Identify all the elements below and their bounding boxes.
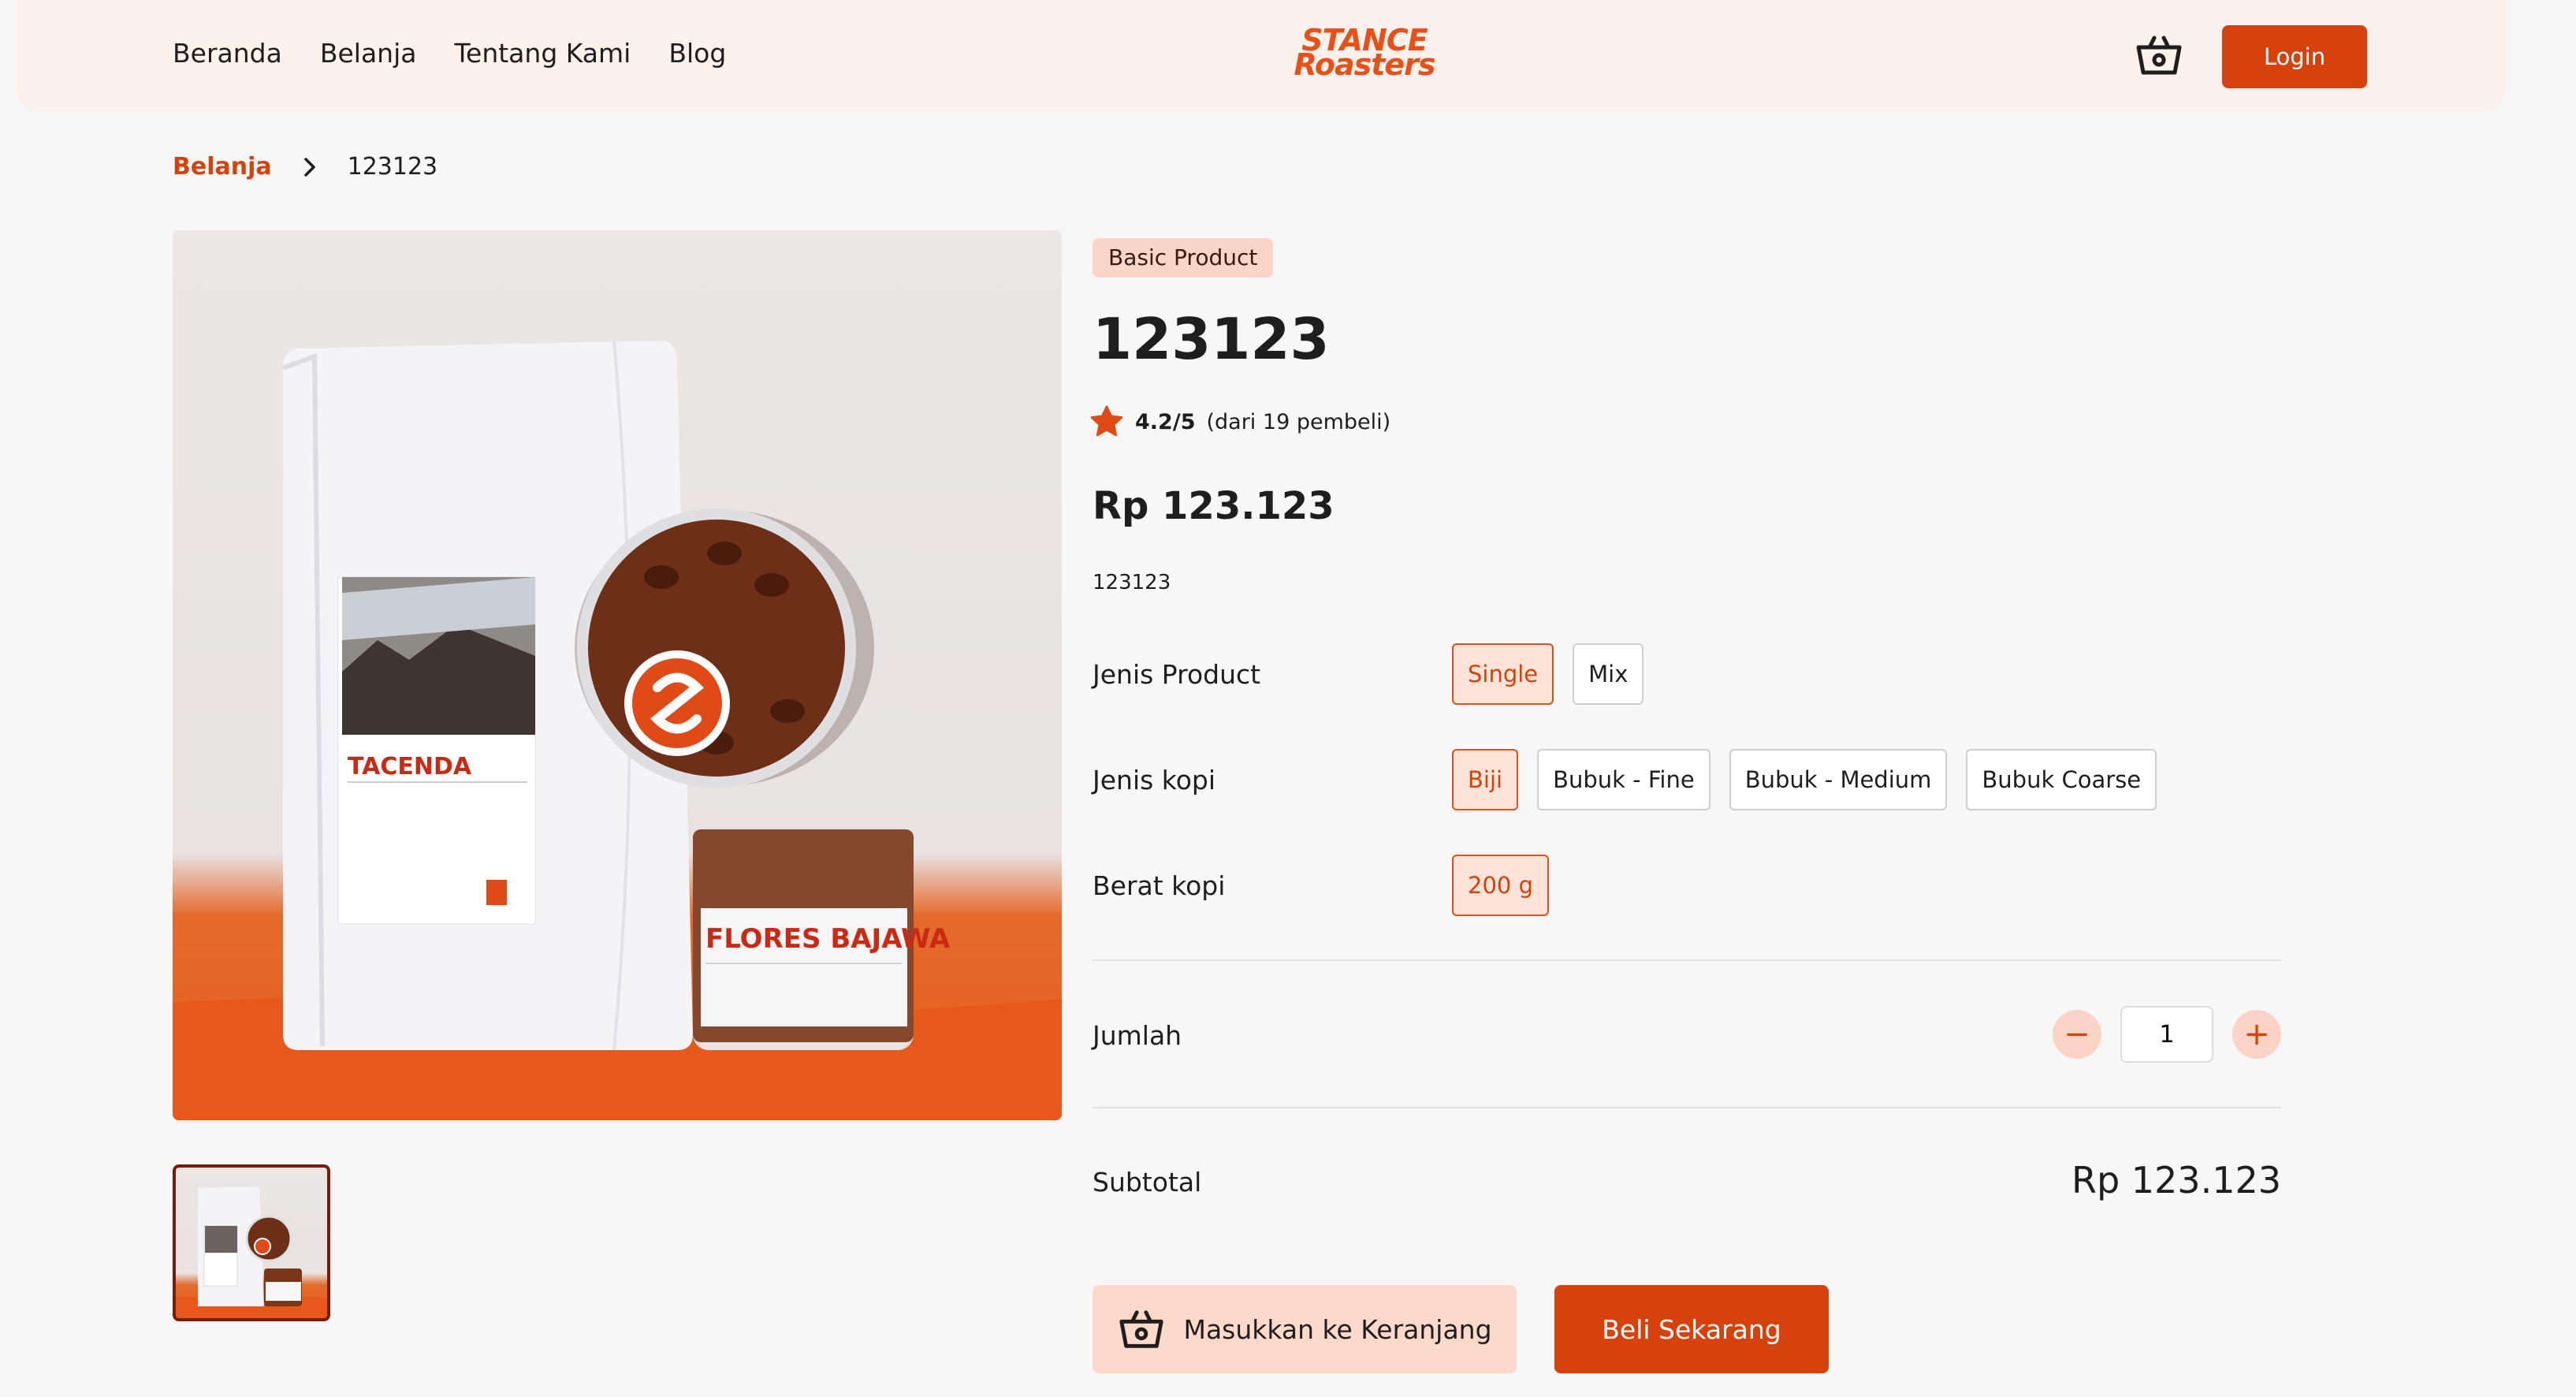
- star-icon: [1090, 405, 1123, 437]
- subtotal-label: Subtotal: [1093, 1167, 1202, 1198]
- option-200g[interactable]: 200 g: [1452, 855, 1549, 916]
- option-row-berat-kopi: Berat kopi 200 g: [1093, 855, 1549, 916]
- login-button[interactable]: Login: [2222, 25, 2367, 88]
- product-rating: 4.2/5 (dari 19 pembeli): [1089, 405, 1390, 438]
- option-bubuk-coarse[interactable]: Bubuk Coarse: [1966, 749, 2157, 810]
- option-bubuk-medium[interactable]: Bubuk - Medium: [1729, 749, 1948, 810]
- nav-link-blog[interactable]: Blog: [668, 38, 726, 69]
- option-label-jenis-kopi: Jenis kopi: [1093, 764, 1216, 795]
- cart-button[interactable]: [2134, 30, 2184, 80]
- jar-label-text: FLORES BAJAWA: [705, 923, 951, 955]
- brand-logo-line2: Roasters: [1294, 47, 1435, 82]
- option-label-berat-kopi: Berat kopi: [1093, 870, 1226, 901]
- product-main-image: TACENDA FLORES BAJAWA: [173, 230, 1062, 1120]
- quantity-stepper: − +: [2053, 1006, 2281, 1063]
- product-thumbnail[interactable]: [173, 1164, 330, 1321]
- navbar: Beranda Belanja Tentang Kami Blog STANCE…: [17, 0, 2506, 112]
- option-label-jenis-product: Jenis Product: [1093, 658, 1261, 690]
- thumbnail-photo: [176, 1187, 327, 1318]
- basket-icon: [1119, 1310, 1164, 1348]
- rating-count: (dari 19 pembeli): [1206, 409, 1391, 434]
- option-values-jenis-kopi: Biji Bubuk - Fine Bubuk - Medium Bubuk C…: [1452, 749, 2157, 810]
- product-badge: Basic Product: [1093, 238, 1274, 278]
- breadcrumb: Belanja 123123: [173, 153, 437, 181]
- option-values-jenis-product: Single Mix: [1452, 643, 1644, 705]
- basket-icon: [2136, 35, 2182, 75]
- option-row-jenis-product: Jenis Product Single Mix: [1093, 643, 1644, 705]
- breadcrumb-current: 123123: [347, 153, 438, 181]
- option-bubuk-fine[interactable]: Bubuk - Fine: [1537, 749, 1711, 810]
- brand-logo[interactable]: STANCE Roasters: [1286, 25, 1443, 82]
- quantity-label: Jumlah: [1093, 1020, 1182, 1051]
- bag-label-text: TACENDA: [348, 753, 472, 780]
- quantity-input[interactable]: [2120, 1006, 2213, 1063]
- increase-quantity-button[interactable]: +: [2232, 1010, 2281, 1059]
- product-price: Rp 123.123: [1093, 484, 1335, 528]
- add-to-cart-button[interactable]: Masukkan ke Keranjang: [1093, 1285, 1517, 1373]
- plus-icon: +: [2243, 1016, 2270, 1052]
- option-mix[interactable]: Mix: [1573, 643, 1644, 705]
- breadcrumb-link-belanja[interactable]: Belanja: [173, 153, 272, 181]
- option-biji[interactable]: Biji: [1452, 749, 1519, 810]
- divider: [1093, 959, 2281, 961]
- buy-now-button[interactable]: Beli Sekarang: [1554, 1285, 1829, 1373]
- decrease-quantity-button[interactable]: −: [2053, 1010, 2101, 1059]
- option-single[interactable]: Single: [1452, 643, 1554, 705]
- chevron-right-icon: [303, 157, 315, 177]
- product-title: 123123: [1093, 306, 1330, 372]
- option-row-jenis-kopi: Jenis kopi Biji Bubuk - Fine Bubuk - Med…: [1093, 749, 2157, 810]
- nav-link-beranda[interactable]: Beranda: [173, 38, 282, 69]
- nav-link-tentang-kami[interactable]: Tentang Kami: [454, 38, 631, 69]
- rating-score: 4.2/5: [1135, 409, 1196, 434]
- minus-icon: −: [2064, 1016, 2090, 1052]
- main-nav: Beranda Belanja Tentang Kami Blog: [173, 38, 726, 69]
- divider: [1093, 1107, 2281, 1108]
- product-description: 123123: [1093, 571, 1171, 594]
- option-values-berat-kopi: 200 g: [1452, 855, 1549, 916]
- subtotal-value: Rp 123.123: [2071, 1159, 2281, 1201]
- product-photo: TACENDA FLORES BAJAWA: [173, 340, 1062, 1120]
- nav-link-belanja[interactable]: Belanja: [320, 38, 417, 69]
- add-to-cart-label: Masukkan ke Keranjang: [1183, 1313, 1492, 1345]
